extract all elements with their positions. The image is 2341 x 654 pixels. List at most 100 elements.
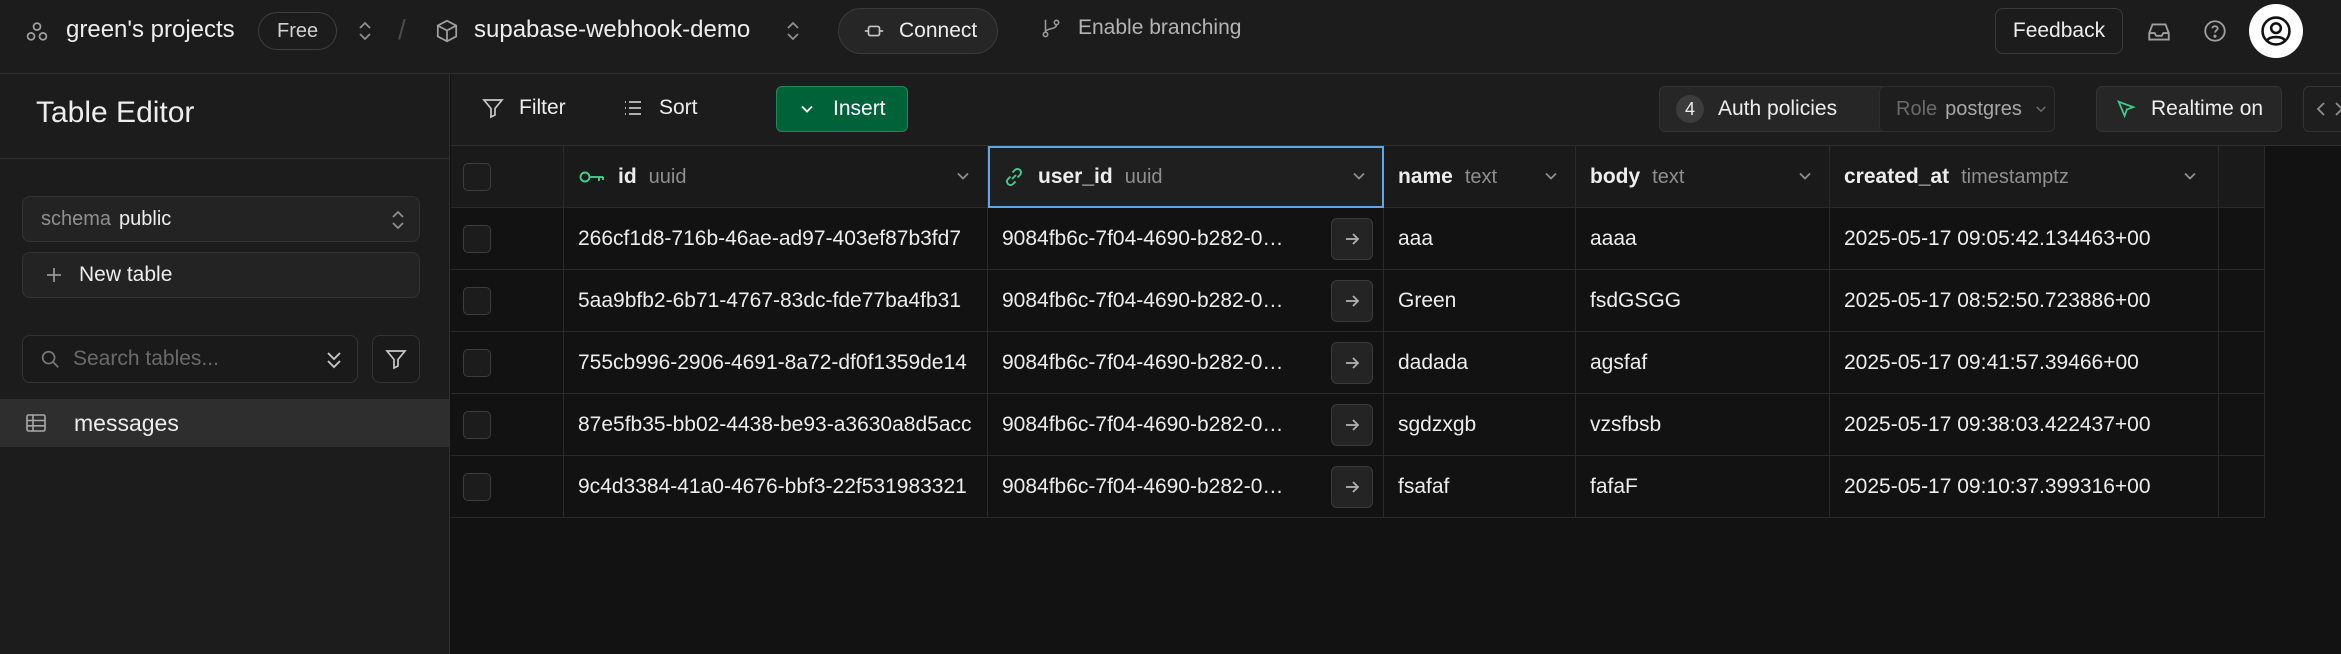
cell-name[interactable]: Green [1384, 270, 1576, 332]
breadcrumb-separator: / [398, 14, 406, 45]
new-table-button[interactable]: New table [22, 252, 420, 298]
user-avatar[interactable] [2249, 4, 2303, 58]
chevrons-down-icon[interactable] [323, 348, 345, 372]
role-value: postgres [1945, 97, 2022, 120]
cell-created-at[interactable]: 2025-05-17 09:05:42.134463+00 [1830, 208, 2219, 270]
foreign-key-link-button[interactable] [1331, 466, 1373, 508]
code-icon [2316, 99, 2341, 119]
key-icon [578, 168, 606, 186]
table-row[interactable]: 755cb996-2906-4691-8a72-df0f1359de14 908… [451, 332, 2265, 394]
org-switcher-chevron-icon[interactable] [356, 19, 374, 43]
row-checkbox[interactable] [463, 349, 491, 377]
foreign-key-link-button[interactable] [1331, 218, 1373, 260]
link-icon [1002, 165, 1026, 189]
foreign-key-link-button[interactable] [1331, 342, 1373, 384]
cell-user-id[interactable]: 9084fb6c-7f04-4690-b282-0… [988, 270, 1384, 332]
row-tail-cell [2219, 208, 2265, 270]
row-checkbox[interactable] [463, 411, 491, 439]
column-type: timestamptz [1961, 165, 2069, 188]
organization-icon [24, 19, 50, 45]
cell-created-at[interactable]: 2025-05-17 09:38:03.422437+00 [1830, 394, 2219, 456]
cell-body[interactable]: aaaa [1576, 208, 1830, 270]
column-header-body[interactable]: body text [1576, 146, 1830, 208]
search-tables-input[interactable] [73, 347, 313, 371]
feedback-button[interactable]: Feedback [1995, 8, 2123, 54]
connect-button[interactable]: Connect [838, 8, 998, 54]
cell-user-id[interactable]: 9084fb6c-7f04-4690-b282-0… [988, 394, 1384, 456]
column-header-id[interactable]: id uuid [564, 146, 988, 208]
realtime-label: Realtime on [2151, 97, 2264, 120]
auth-policies-button[interactable]: 4 Auth policies [1659, 86, 1889, 132]
column-header-created-at[interactable]: created_at timestamptz [1830, 146, 2219, 208]
table-row[interactable]: 87e5fb35-bb02-4438-be93-a3630a8d5acc 908… [451, 394, 2265, 456]
cell-id[interactable]: 87e5fb35-bb02-4438-be93-a3630a8d5acc [564, 394, 988, 456]
chevron-down-icon[interactable] [1797, 168, 1813, 184]
row-select-cell [451, 332, 564, 394]
row-checkbox[interactable] [463, 473, 491, 501]
cell-id[interactable]: 5aa9bfb2-6b71-4767-83dc-fde77ba4fb31 [564, 270, 988, 332]
insert-button[interactable]: Insert [776, 86, 908, 132]
cell-name[interactable]: fsafaf [1384, 456, 1576, 518]
sidebar-divider [0, 158, 450, 159]
cell-name[interactable]: dadada [1384, 332, 1576, 394]
table-row[interactable]: 9c4d3384-41a0-4676-bbf3-22f531983321 908… [451, 456, 2265, 518]
inbox-icon[interactable] [2146, 19, 2172, 45]
row-select-cell [451, 394, 564, 456]
top-bar: green's projects Free / supabase-webhook… [0, 0, 2341, 74]
table-row[interactable]: 5aa9bfb2-6b71-4767-83dc-fde77ba4fb31 908… [451, 270, 2265, 332]
code-view-button[interactable] [2303, 86, 2341, 132]
column-type: text [1652, 165, 1685, 188]
chevron-down-icon[interactable] [1543, 168, 1559, 184]
role-selector[interactable]: Role postgres [1879, 86, 2055, 132]
cell-id[interactable]: 9c4d3384-41a0-4676-bbf3-22f531983321 [564, 456, 988, 518]
cursor-arrow-icon [2115, 98, 2137, 120]
cell-user-id[interactable]: 9084fb6c-7f04-4690-b282-0… [988, 332, 1384, 394]
cell-created-at[interactable]: 2025-05-17 09:10:37.399316+00 [1830, 456, 2219, 518]
data-grid: id uuid user_id uuid name text body text… [451, 146, 2341, 654]
row-checkbox[interactable] [463, 287, 491, 315]
foreign-key-link-button[interactable] [1331, 404, 1373, 446]
column-type: uuid [1124, 165, 1163, 188]
cell-id[interactable]: 266cf1d8-716b-46ae-ad97-403ef87b3fd7 [564, 208, 988, 270]
column-header-user-id[interactable]: user_id uuid [988, 146, 1384, 208]
select-all-checkbox[interactable] [463, 163, 491, 191]
cell-name[interactable]: sgdzxgb [1384, 394, 1576, 456]
column-name: body [1590, 165, 1641, 188]
chevron-down-icon[interactable] [2182, 168, 2198, 184]
cell-body[interactable]: fsdGSGG [1576, 270, 1830, 332]
table-row[interactable]: 266cf1d8-716b-46ae-ad97-403ef87b3fd7 908… [451, 208, 2265, 270]
enable-branching-button[interactable]: Enable branching [1040, 16, 1241, 40]
cell-body[interactable]: vzsfbsb [1576, 394, 1830, 456]
cell-body[interactable]: agsfaf [1576, 332, 1830, 394]
sort-button[interactable]: Sort [621, 96, 698, 120]
chevron-down-icon[interactable] [1351, 168, 1367, 184]
funnel-icon [384, 347, 408, 371]
column-header-name[interactable]: name text [1384, 146, 1576, 208]
cell-name[interactable]: aaa [1384, 208, 1576, 270]
cell-user-id[interactable]: 9084fb6c-7f04-4690-b282-0… [988, 208, 1384, 270]
cell-user-id[interactable]: 9084fb6c-7f04-4690-b282-0… [988, 456, 1384, 518]
schema-selector[interactable]: schema public [22, 196, 420, 242]
sidebar-item-messages[interactable]: messages [0, 399, 450, 447]
row-checkbox[interactable] [463, 225, 491, 253]
table-filter-button[interactable] [372, 335, 420, 383]
chevron-down-icon[interactable] [955, 168, 971, 184]
help-icon[interactable] [2202, 18, 2228, 44]
realtime-button[interactable]: Realtime on [2096, 86, 2283, 132]
foreign-key-link-button[interactable] [1331, 280, 1373, 322]
column-type: uuid [648, 165, 687, 188]
project-switcher-chevron-icon[interactable] [784, 19, 802, 43]
cell-id[interactable]: 755cb996-2906-4691-8a72-df0f1359de14 [564, 332, 988, 394]
cell-body[interactable]: fafaF [1576, 456, 1830, 518]
cell-user-id-value: 9084fb6c-7f04-4690-b282-0… [1002, 227, 1284, 250]
sidebar-item-label: messages [74, 409, 179, 436]
schema-label: schema [41, 207, 112, 230]
cell-created-at[interactable]: 2025-05-17 09:41:57.39466+00 [1830, 332, 2219, 394]
cell-created-at[interactable]: 2025-05-17 08:52:50.723886+00 [1830, 270, 2219, 332]
search-icon [39, 348, 61, 370]
project-name[interactable]: supabase-webhook-demo [474, 16, 750, 44]
org-name[interactable]: green's projects [66, 16, 235, 44]
column-type: text [1464, 165, 1498, 188]
filter-button[interactable]: Filter [481, 96, 566, 120]
arrow-right-icon [1343, 478, 1361, 496]
